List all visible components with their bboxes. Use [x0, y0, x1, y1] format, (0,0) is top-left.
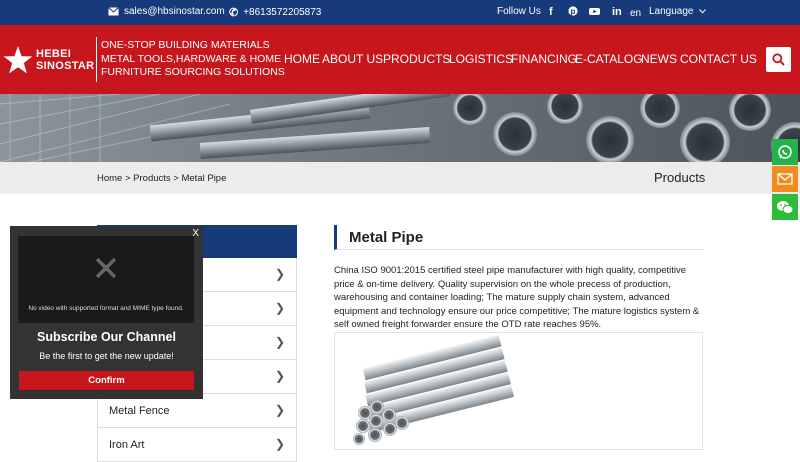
star-logo-icon: [3, 46, 33, 74]
search-button[interactable]: [766, 47, 791, 72]
nav-financing[interactable]: FINANCING: [511, 52, 577, 66]
search-icon: [772, 53, 785, 66]
wechat-icon: [777, 200, 794, 214]
logo-line1: HEBEI: [36, 48, 72, 60]
language-code[interactable]: en: [630, 8, 641, 19]
nav-news[interactable]: NEWS: [641, 52, 677, 66]
chevron-down-icon: [698, 9, 706, 14]
linkedin-icon[interactable]: in: [612, 6, 622, 18]
section-title: Products: [654, 170, 706, 185]
nav-contact-us[interactable]: CONTACT US: [680, 52, 757, 66]
envelope-icon: [108, 7, 119, 16]
product-image-box[interactable]: [334, 332, 703, 450]
page-banner: [0, 94, 800, 162]
nav-home[interactable]: HOME: [284, 52, 320, 66]
whatsapp-button[interactable]: [772, 139, 798, 165]
chevron-right-icon: ❯: [274, 369, 285, 383]
video-error-message: No video with supported format and MIME …: [28, 305, 184, 312]
confirm-button[interactable]: Confirm: [19, 371, 194, 390]
main-content: Metal Pipe China ISO 9001:2015 certified…: [334, 225, 704, 450]
language-selector[interactable]: Language: [649, 6, 706, 17]
phone-text: +8613572205873: [243, 7, 322, 18]
nav-e-catalog[interactable]: E-CATALOG: [575, 52, 643, 66]
language-label: Language: [649, 6, 694, 17]
svg-text:p: p: [571, 7, 576, 16]
breadcrumb-bar: Home > Products > Metal Pipe Products: [0, 162, 800, 194]
topbar-email[interactable]: sales@hbsinostar.com: [108, 6, 225, 17]
youtube-icon[interactable]: [589, 6, 600, 16]
pinterest-icon[interactable]: p: [568, 6, 578, 16]
chevron-right-icon: ❯: [274, 267, 285, 281]
chevron-right-icon: ❯: [274, 437, 285, 451]
chevron-right-icon: ❯: [274, 335, 285, 349]
follow-us-label: Follow Us: [497, 6, 541, 17]
chevron-right-icon: ❯: [274, 301, 285, 315]
email-icon: [777, 173, 793, 185]
nav-about-us[interactable]: ABOUT US: [322, 52, 383, 66]
category-item-metal-fence[interactable]: Metal Fence ❯: [97, 394, 297, 428]
nav-products[interactable]: PRODUCTS: [383, 52, 450, 66]
subscribe-popup: X No video with supported format and MIM…: [10, 226, 203, 399]
whatsapp-icon: [778, 145, 792, 159]
email-text: sales@hbsinostar.com: [124, 6, 225, 17]
topbar-phone[interactable]: ✆ +8613572205873: [229, 6, 321, 19]
galvanized-pipe-bundle-image: [353, 334, 515, 445]
video-player[interactable]: No video with supported format and MIME …: [18, 236, 194, 323]
page-title: Metal Pipe: [334, 225, 704, 250]
popup-subtitle: Be the first to get the new update!: [39, 351, 174, 361]
header-divider: [96, 37, 97, 82]
steel-pipes-banner-image: [0, 94, 800, 162]
wechat-button[interactable]: [772, 194, 798, 220]
breadcrumb[interactable]: Home > Products > Metal Pipe: [97, 173, 226, 184]
logo[interactable]: HEBEI SINOSTAR: [2, 44, 94, 76]
facebook-icon[interactable]: f: [549, 6, 553, 18]
chevron-right-icon: ❯: [274, 403, 285, 417]
slogan: ONE-STOP BUILDING MATERIALS METAL TOOLS,…: [101, 39, 285, 79]
category-description: China ISO 9001:2015 certified steel pipe…: [334, 265, 700, 331]
video-error-icon: [95, 257, 117, 279]
header: HEBEI SINOSTAR ONE-STOP BUILDING MATERIA…: [0, 25, 800, 94]
nav-logistics[interactable]: LOGISTICS: [449, 52, 513, 66]
email-contact-button[interactable]: [772, 166, 798, 192]
top-bar: sales@hbsinostar.com ✆ +8613572205873 Fo…: [0, 0, 800, 25]
category-item-iron-art[interactable]: Iron Art ❯: [97, 428, 297, 462]
popup-title: Subscribe Our Channel: [37, 330, 176, 344]
phone-icon: ✆: [229, 7, 239, 19]
logo-line2: SINOSTAR: [36, 60, 95, 72]
